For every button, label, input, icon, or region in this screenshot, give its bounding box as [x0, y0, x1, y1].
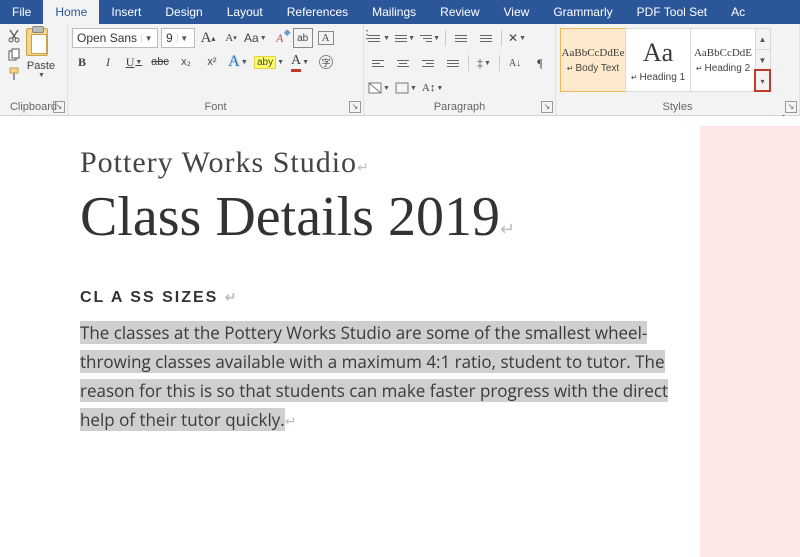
group-label-paragraph: Paragraph [368, 99, 551, 115]
subscript-button[interactable]: x₂ [176, 52, 196, 72]
bullets-button[interactable]: •••▼ [368, 28, 390, 48]
styles-scroll-up[interactable]: ▲ [755, 29, 770, 49]
shading-button[interactable]: ▼ [368, 78, 390, 98]
tab-insert[interactable]: Insert [99, 0, 153, 24]
document-page[interactable]: Pottery Works Studio↵ Class Details 2019… [0, 126, 700, 465]
borders-button[interactable]: ▼ [395, 78, 417, 98]
strikethrough-button[interactable]: abc [150, 52, 170, 72]
decrease-indent-button[interactable] [451, 28, 471, 48]
tab-view[interactable]: View [492, 0, 542, 24]
style-heading-2[interactable]: AaBbCcDdE ↵Heading 2 [690, 28, 756, 92]
italic-button[interactable]: I [98, 52, 118, 72]
align-left-button[interactable] [368, 53, 388, 73]
tab-home[interactable]: Home [43, 0, 99, 24]
doc-body-paragraph[interactable]: The classes at the Pottery Works Studio … [80, 319, 670, 435]
doc-title: Class Details 2019 [80, 186, 500, 248]
group-label-styles: Styles [560, 99, 795, 115]
align-right-button[interactable] [418, 53, 438, 73]
font-color-button[interactable]: A▼ [290, 52, 310, 72]
paste-dropdown-icon[interactable]: ▼ [38, 72, 45, 79]
asian-layout-button[interactable]: ✕▼ [507, 28, 527, 48]
align-center-button[interactable] [393, 53, 413, 73]
underline-button[interactable]: U▼ [124, 52, 144, 72]
multilevel-list-button[interactable]: ▼ [420, 28, 440, 48]
text-direction-button[interactable]: A↕▼ [422, 78, 443, 98]
show-marks-button[interactable]: ¶ [530, 53, 550, 73]
group-styles: AaBbCcDdEe ↵Body Text Aa ↵Heading 1 AaBb… [556, 24, 800, 115]
group-clipboard: Paste ▼ Clipboard ↘ [0, 24, 68, 115]
clear-formatting-button[interactable]: A◆ [270, 28, 290, 48]
ribbon: Paste ▼ Clipboard ↘ Open Sans▼ 9▼ A▴ A▾ … [0, 24, 800, 116]
format-painter-icon[interactable] [6, 66, 22, 82]
font-size-dropdown[interactable]: 9▼ [161, 28, 195, 48]
group-label-font: Font [72, 99, 359, 115]
character-border-button[interactable]: ab [293, 28, 313, 48]
superscript-button[interactable]: x² [202, 52, 222, 72]
line-spacing-button[interactable]: ‡▼ [474, 53, 494, 73]
paste-button[interactable]: Paste ▼ [24, 26, 58, 99]
tab-references[interactable]: References [275, 0, 360, 24]
styles-dialog-launcher[interactable]: ↘ [785, 101, 797, 113]
grow-font-button[interactable]: A▴ [198, 28, 218, 48]
tab-overflow[interactable]: Ac [719, 0, 757, 24]
tab-design[interactable]: Design [153, 0, 214, 24]
highlight-button[interactable]: aby▼ [254, 52, 284, 72]
group-paragraph: •••▼ ▼ ▼ ✕▼ ‡▼ A↓ [364, 24, 556, 115]
change-case-button[interactable]: Aa▼ [244, 28, 267, 48]
copy-icon[interactable] [6, 47, 22, 63]
doc-heading: CL A SS SIZES [80, 289, 218, 306]
styles-expand-button[interactable]: ▾ [755, 70, 770, 91]
doc-subtitle: Pottery Works Studio [80, 146, 357, 179]
bold-button[interactable]: B [72, 52, 92, 72]
paste-label: Paste [27, 60, 55, 72]
font-dialog-launcher[interactable]: ↘ [349, 101, 361, 113]
document-area: ↵ ↵ ↵ ↵ Pottery Works Studio↵ Class Deta… [0, 116, 800, 547]
increase-indent-button[interactable] [476, 28, 496, 48]
group-font: Open Sans▼ 9▼ A▴ A▾ Aa▼ A◆ ab A B I U▼ [68, 24, 364, 115]
tab-review[interactable]: Review [428, 0, 491, 24]
comment-pane [700, 126, 800, 557]
shrink-font-button[interactable]: A▾ [221, 28, 241, 48]
numbering-button[interactable]: ▼ [395, 28, 415, 48]
clipboard-dialog-launcher[interactable]: ↘ [53, 101, 65, 113]
tab-grammarly[interactable]: Grammarly [541, 0, 624, 24]
sort-button[interactable]: A↓ [505, 53, 525, 73]
text-effects-button[interactable]: A▼ [228, 52, 248, 72]
enclose-characters-button[interactable]: 字 [316, 52, 336, 72]
styles-gallery-scroll: ▲ ▼ ▾ [755, 28, 771, 92]
cut-icon[interactable] [6, 28, 22, 44]
paragraph-dialog-launcher[interactable]: ↘ [541, 101, 553, 113]
style-heading-1[interactable]: Aa ↵Heading 1 [625, 28, 691, 92]
tab-file[interactable]: File [0, 0, 43, 24]
ribbon-tabs: File Home Insert Design Layout Reference… [0, 0, 800, 24]
tab-mailings[interactable]: Mailings [360, 0, 428, 24]
style-body-text[interactable]: AaBbCcDdEe ↵Body Text [560, 28, 626, 92]
phonetic-guide-button[interactable]: A [316, 28, 336, 48]
tab-layout[interactable]: Layout [215, 0, 275, 24]
font-name-dropdown[interactable]: Open Sans▼ [72, 28, 158, 48]
justify-button[interactable] [443, 53, 463, 73]
styles-scroll-down[interactable]: ▼ [755, 49, 770, 70]
tab-pdf-tool-set[interactable]: PDF Tool Set [625, 0, 719, 24]
